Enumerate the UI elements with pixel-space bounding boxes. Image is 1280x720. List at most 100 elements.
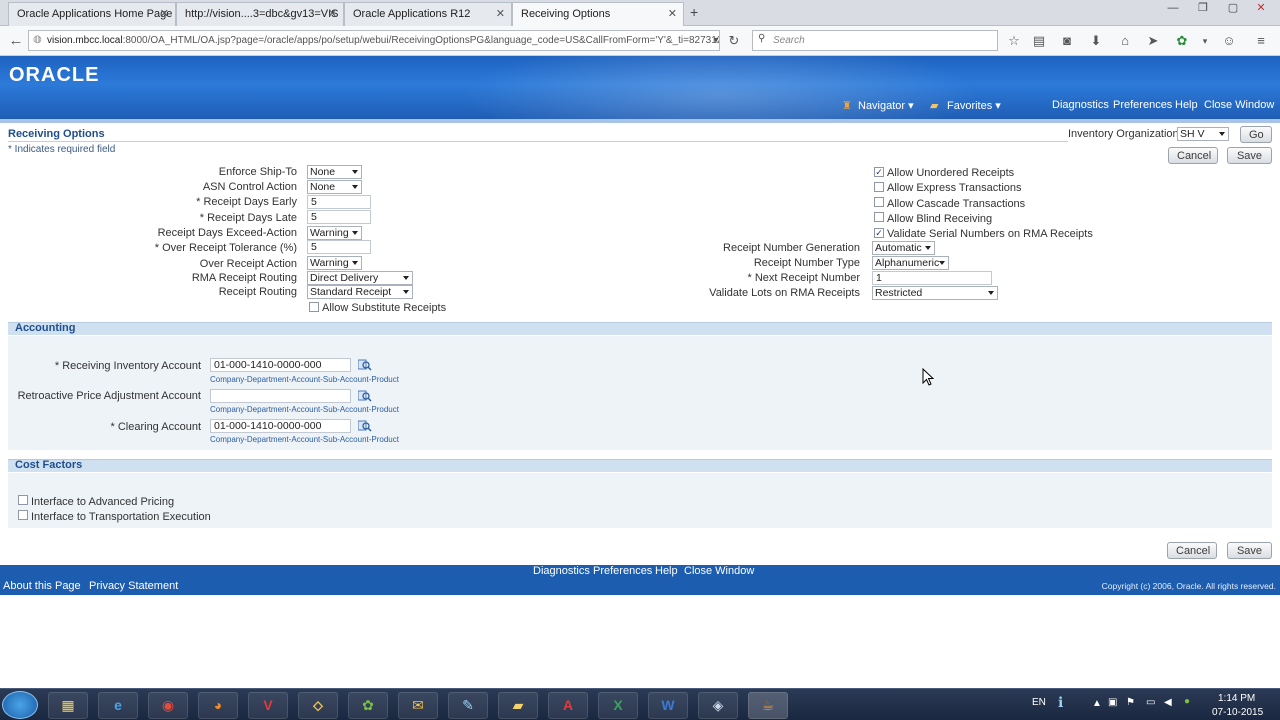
rma-receipt-routing-select[interactable]: Direct Delivery xyxy=(307,271,413,285)
about-page-link[interactable]: About this Page xyxy=(3,580,81,592)
frog-app-icon[interactable]: ✿ xyxy=(348,692,388,719)
reload-icon[interactable]: ↻ xyxy=(724,31,744,51)
help-tray-icon[interactable]: ℹ xyxy=(1058,694,1063,711)
folder-icon[interactable]: ▰ xyxy=(498,692,538,719)
search-input[interactable]: ⚲ Search xyxy=(752,30,998,51)
lookup-search-icon[interactable] xyxy=(358,390,372,402)
allow-unordered-checkbox[interactable]: ✓ xyxy=(874,167,884,177)
over-receipt-action-select[interactable]: Warning xyxy=(307,256,362,270)
paint-app-icon[interactable]: ✎ xyxy=(448,692,488,719)
new-tab-icon[interactable]: + xyxy=(690,4,698,20)
home-icon[interactable]: ⌂ xyxy=(1115,31,1135,51)
tray-green-app-icon[interactable]: ● xyxy=(1184,696,1190,707)
tray-flag-icon[interactable]: ⚑ xyxy=(1126,697,1135,708)
save-button-bottom[interactable]: Save xyxy=(1227,542,1272,559)
browser-tab[interactable]: Oracle Applications R12 ✕ xyxy=(344,2,512,26)
tray-app-icon[interactable]: ▣ xyxy=(1108,697,1117,708)
show-hidden-icons-icon[interactable]: ▲ xyxy=(1092,698,1102,709)
arrow-app-icon[interactable]: ⬦ xyxy=(298,692,338,719)
bookmark-star-icon[interactable]: ☆ xyxy=(1004,31,1024,51)
pocket-icon[interactable]: ◙ xyxy=(1057,31,1077,51)
chat-icon[interactable]: ☺ xyxy=(1219,31,1239,51)
lookup-search-icon[interactable] xyxy=(358,359,372,371)
download-icon[interactable]: ⬇ xyxy=(1086,31,1106,51)
help-link[interactable]: Help xyxy=(1175,99,1198,111)
receipt-number-type-select[interactable]: Alphanumeric xyxy=(872,256,949,270)
privacy-statement-link[interactable]: Privacy Statement xyxy=(89,580,178,592)
validate-serial-checkbox[interactable]: ✓ xyxy=(874,228,884,238)
minimize-icon[interactable]: — xyxy=(1160,0,1186,18)
file-explorer-icon[interactable]: ▦ xyxy=(48,692,88,719)
lookup-search-icon[interactable] xyxy=(358,420,372,432)
receipt-days-late-input[interactable]: 5 xyxy=(307,210,371,224)
language-indicator[interactable]: EN xyxy=(1032,697,1046,708)
clock-date[interactable]: 07-10-2015 xyxy=(1212,707,1263,718)
chrome-icon[interactable]: ◉ xyxy=(148,692,188,719)
allow-cascade-checkbox[interactable] xyxy=(874,197,884,207)
addon-dropdown-icon[interactable]: ▾ xyxy=(1195,31,1215,51)
start-button-icon[interactable] xyxy=(2,691,38,719)
allow-blind-receiving-checkbox[interactable] xyxy=(874,212,884,222)
vc-app-icon[interactable]: V xyxy=(248,692,288,719)
browser-tab[interactable]: http://vision....3=dbc&gv13=VIS ✕ xyxy=(176,2,344,26)
restore-icon[interactable]: ▢ xyxy=(1220,0,1246,18)
close-tab-icon[interactable]: ✕ xyxy=(668,7,677,20)
clearing-account-input[interactable]: 01-000-1410-0000-000 xyxy=(210,419,351,433)
receipt-days-early-input[interactable]: 5 xyxy=(307,195,371,209)
go-button[interactable]: Go xyxy=(1240,126,1272,143)
advanced-pricing-checkbox[interactable] xyxy=(18,495,28,505)
next-receipt-number-input[interactable]: 1 xyxy=(872,271,992,285)
validate-lots-select[interactable]: Restricted xyxy=(872,286,998,300)
firefox-icon[interactable]: ◕ xyxy=(198,692,238,719)
acrobat-icon[interactable]: A xyxy=(548,692,588,719)
diagnostics-link[interactable]: Diagnostics xyxy=(1052,99,1109,111)
receipt-routing-select[interactable]: Standard Receipt xyxy=(307,285,413,299)
cancel-button[interactable]: Cancel xyxy=(1168,147,1218,164)
footer-close-window-link[interactable]: Close Window xyxy=(684,565,754,577)
footer-diagnostics-link[interactable]: Diagnostics xyxy=(533,565,590,577)
internet-explorer-icon[interactable]: e xyxy=(98,692,138,719)
clock-time[interactable]: 1:14 PM xyxy=(1218,693,1255,704)
url-bar[interactable]: ◍ vision.mbcc.local:8000/OA_HTML/OA.jsp?… xyxy=(28,30,720,51)
receipt-days-exceed-select[interactable]: Warning xyxy=(307,226,362,240)
send-icon[interactable]: ➤ xyxy=(1143,31,1163,51)
footer-help-link[interactable]: Help xyxy=(655,565,678,577)
preferences-link[interactable]: Preferences xyxy=(1113,99,1172,111)
enforce-ship-to-select[interactable]: None xyxy=(307,165,362,179)
maximize-icon[interactable]: ❐ xyxy=(1190,0,1216,18)
close-tab-icon[interactable]: ✕ xyxy=(160,7,169,20)
volume-icon[interactable]: ◀ xyxy=(1164,697,1172,708)
ie-app-icon[interactable]: ◈ xyxy=(698,692,738,719)
reading-list-icon[interactable]: ▤ xyxy=(1029,31,1049,51)
excel-icon[interactable]: X xyxy=(598,692,638,719)
over-receipt-tolerance-input[interactable]: 5 xyxy=(307,240,371,254)
browser-tab[interactable]: Oracle Applications Home Page ✕ xyxy=(8,2,176,26)
navigator-menu[interactable]: Navigator ▾ xyxy=(858,99,914,112)
outlook-icon[interactable]: ✉ xyxy=(398,692,438,719)
close-tab-icon[interactable]: ✕ xyxy=(496,7,505,20)
allow-express-checkbox[interactable] xyxy=(874,182,884,192)
word-icon[interactable]: W xyxy=(648,692,688,719)
retroactive-price-account-input[interactable] xyxy=(210,389,351,403)
close-window-icon[interactable]: ✕ xyxy=(1248,0,1274,18)
close-tab-icon[interactable]: ✕ xyxy=(328,7,337,20)
menu-icon[interactable]: ≡ xyxy=(1251,31,1271,51)
allow-substitute-checkbox[interactable] xyxy=(309,302,319,312)
asn-control-select[interactable]: None xyxy=(307,180,362,194)
dropdown-arrow-icon xyxy=(352,185,358,189)
receiving-inventory-account-input[interactable]: 01-000-1410-0000-000 xyxy=(210,358,351,372)
favorites-menu[interactable]: Favorites ▾ xyxy=(947,99,1001,112)
cancel-button-bottom[interactable]: Cancel xyxy=(1167,542,1217,559)
transportation-execution-checkbox[interactable] xyxy=(18,510,28,520)
inventory-org-select[interactable]: SH V xyxy=(1177,127,1229,141)
addon-icon[interactable]: ✿ xyxy=(1172,31,1192,51)
close-window-link[interactable]: Close Window xyxy=(1204,99,1274,111)
network-icon[interactable]: ▭ xyxy=(1146,697,1155,708)
dropdown-arrow-icon[interactable]: ▾ xyxy=(706,31,726,51)
footer-preferences-link[interactable]: Preferences xyxy=(593,565,652,577)
browser-tab-active[interactable]: Receiving Options ✕ xyxy=(512,2,684,27)
receipt-number-generation-select[interactable]: Automatic xyxy=(872,241,935,255)
save-button[interactable]: Save xyxy=(1227,147,1272,164)
back-icon[interactable]: ← xyxy=(6,31,26,51)
java-icon[interactable]: ☕ xyxy=(748,692,788,719)
